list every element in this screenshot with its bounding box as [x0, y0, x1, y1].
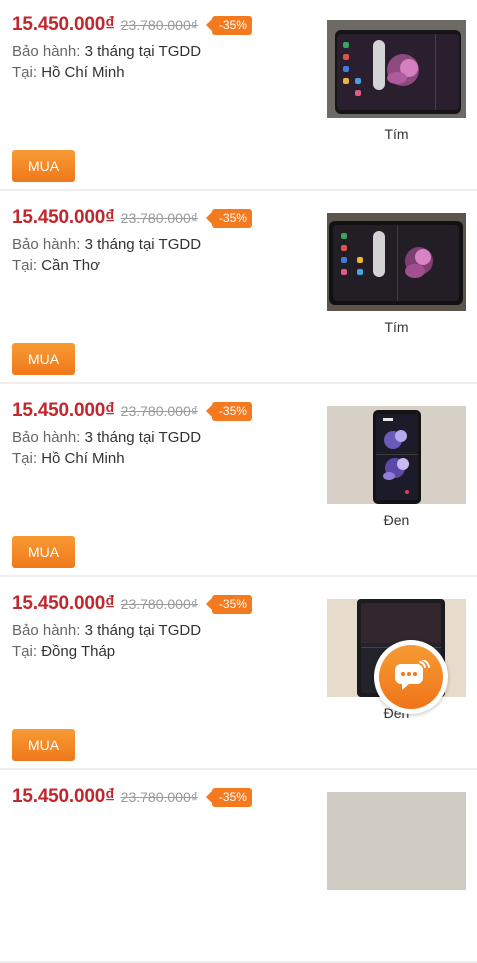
old-price: 23.780.000₫ [120, 17, 198, 33]
price-row: 15.450.000₫ 23.780.000₫ -35% [12, 786, 252, 808]
discount-badge: -35% [205, 15, 252, 35]
discount-badge: -35% [205, 787, 252, 807]
product-item: 15.450.000₫ 23.780.000₫ -35% [0, 770, 477, 963]
chat-bubbles-icon [379, 645, 443, 709]
warranty-value: 3 tháng tại TGDD [84, 43, 202, 60]
price: 15.450.000₫ [12, 593, 115, 614]
price: 15.450.000₫ [12, 400, 115, 421]
warranty-info: Bảo hành: 3 tháng tại TGDD [12, 236, 201, 253]
location-value: Đồng Tháp [41, 643, 116, 660]
warranty-label: Bảo hành: [12, 429, 81, 446]
warranty-label: Bảo hành: [12, 43, 81, 60]
old-price: 23.780.000₫ [120, 596, 198, 612]
product-image[interactable] [327, 792, 466, 890]
product-item: 15.450.000₫ 23.780.000₫ -35% Bảo hành: 3… [0, 191, 477, 384]
product-image[interactable] [327, 406, 466, 504]
chat-button[interactable] [374, 640, 448, 714]
discount-badge: -35% [205, 208, 252, 228]
location-label: Tại: [12, 257, 38, 274]
discount-badge: -35% [205, 594, 252, 614]
old-price: 23.780.000₫ [120, 403, 198, 419]
product-list: 15.450.000₫ 23.780.000₫ -35% Bảo hành: 3… [0, 0, 477, 963]
price-row: 15.450.000₫ 23.780.000₫ -35% [12, 400, 252, 422]
warranty-value: 3 tháng tại TGDD [84, 236, 202, 253]
buy-button[interactable]: MUA [12, 729, 75, 761]
location-info: Tại: Hồ Chí Minh [12, 450, 125, 467]
warranty-info: Bảo hành: 3 tháng tại TGDD [12, 429, 201, 446]
location-info: Tại: Hồ Chí Minh [12, 64, 125, 81]
product-image[interactable] [327, 20, 466, 118]
location-value: Hồ Chí Minh [41, 64, 125, 81]
warranty-value: 3 tháng tại TGDD [84, 622, 202, 639]
location-value: Cần Thơ [41, 257, 100, 274]
color-label: Tím [384, 126, 409, 142]
location-label: Tại: [12, 64, 38, 81]
buy-button[interactable]: MUA [12, 536, 75, 568]
location-info: Tại: Đồng Tháp [12, 643, 115, 660]
old-price: 23.780.000₫ [120, 789, 198, 805]
warranty-label: Bảo hành: [12, 236, 81, 253]
product-item: 15.450.000₫ 23.780.000₫ -35% Bảo hành: 3… [0, 384, 477, 577]
price: 15.450.000₫ [12, 207, 115, 228]
price-row: 15.450.000₫ 23.780.000₫ -35% [12, 593, 252, 615]
product-image[interactable] [327, 213, 466, 311]
old-price: 23.780.000₫ [120, 210, 198, 226]
color-label: Đen [383, 512, 410, 528]
color-label: Tím [384, 319, 409, 335]
buy-button[interactable]: MUA [12, 343, 75, 375]
product-item: 15.450.000₫ 23.780.000₫ -35% Bảo hành: 3… [0, 0, 477, 191]
location-value: Hồ Chí Minh [41, 450, 125, 467]
price-row: 15.450.000₫ 23.780.000₫ -35% [12, 14, 252, 36]
location-label: Tại: [12, 643, 38, 660]
price: 15.450.000₫ [12, 786, 115, 807]
warranty-info: Bảo hành: 3 tháng tại TGDD [12, 43, 201, 60]
discount-badge: -35% [205, 401, 252, 421]
price: 15.450.000₫ [12, 14, 115, 35]
location-label: Tại: [12, 450, 38, 467]
warranty-value: 3 tháng tại TGDD [84, 429, 202, 446]
warranty-info: Bảo hành: 3 tháng tại TGDD [12, 622, 201, 639]
buy-button[interactable]: MUA [12, 150, 75, 182]
location-info: Tại: Cần Thơ [12, 257, 100, 274]
price-row: 15.450.000₫ 23.780.000₫ -35% [12, 207, 252, 229]
warranty-label: Bảo hành: [12, 622, 81, 639]
